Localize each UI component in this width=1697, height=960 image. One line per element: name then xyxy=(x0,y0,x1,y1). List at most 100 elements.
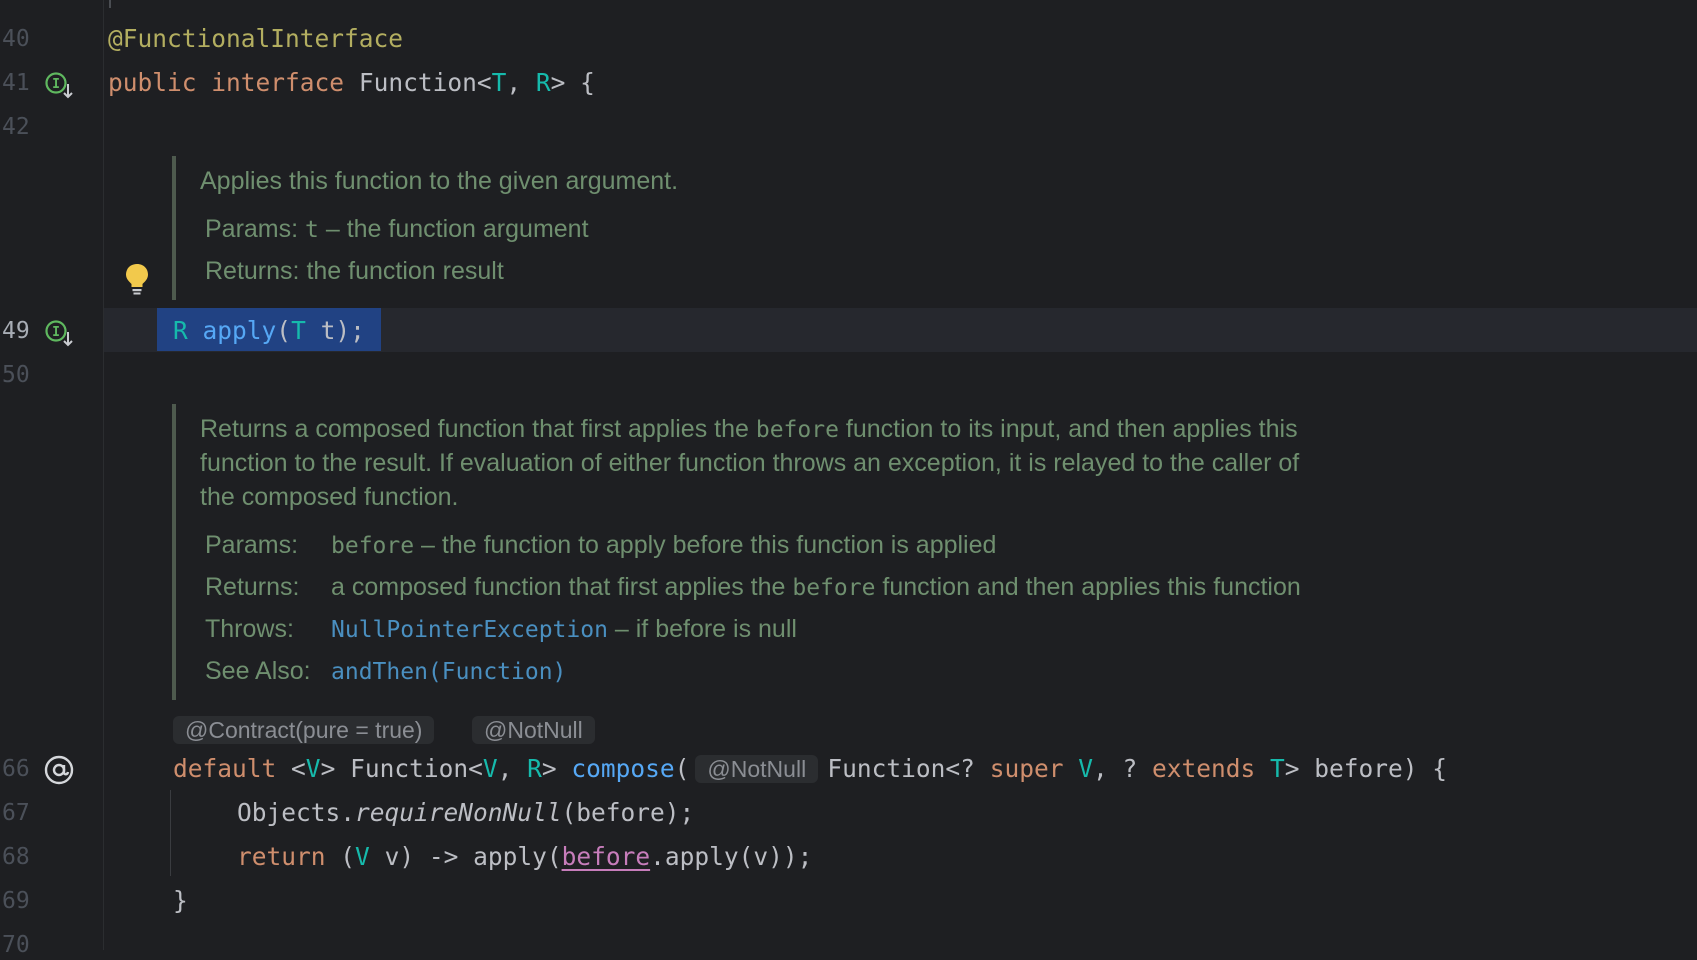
param-notnull-inlay-hint[interactable]: @NotNull xyxy=(695,755,819,783)
line-number-49[interactable]: 49 xyxy=(2,316,42,346)
captured-param-before: before xyxy=(561,842,651,871)
implemented-method-icon[interactable]: I xyxy=(44,318,76,350)
keyword-extends: extends xyxy=(1152,754,1256,783)
generic-close-brace: > { xyxy=(550,68,595,97)
scroll-tick xyxy=(109,0,111,8)
line-number-42[interactable]: 42 xyxy=(2,112,42,142)
type-param-t: T xyxy=(1270,754,1285,783)
interface-name: Function xyxy=(358,68,477,97)
code-line-66[interactable]: default <V> Function<V, R> compose(@NotN… xyxy=(173,754,1447,784)
keyword-public: public xyxy=(108,68,197,97)
doc2-returns-b: before xyxy=(792,575,876,601)
doc2-throws: NullPointerException – if before is null xyxy=(331,612,797,647)
gutter-separator xyxy=(103,0,104,950)
generic-comma: , xyxy=(506,68,536,97)
lightbulb-icon[interactable] xyxy=(124,262,150,296)
code-line-41[interactable]: public interface Function<T, R> { xyxy=(108,68,595,98)
keyword-super: super xyxy=(989,754,1064,783)
null-pointer-exception-link[interactable]: NullPointerException xyxy=(331,617,608,643)
doc-border-2 xyxy=(172,404,176,700)
and-then-link[interactable]: andThen(Function) xyxy=(331,659,566,685)
code-line-40[interactable]: @FunctionalInterface xyxy=(108,24,403,54)
type-param-v: V xyxy=(305,754,321,783)
svg-text:I: I xyxy=(52,325,60,340)
param-type-t: T xyxy=(291,316,306,345)
generic-open: < xyxy=(291,754,306,783)
type-param-v: V xyxy=(482,754,498,783)
method-apply: apply xyxy=(202,316,277,345)
doc2-see: andThen(Function) xyxy=(331,654,566,689)
return-type-r: R xyxy=(173,316,188,345)
lambda-body: v) -> apply( xyxy=(369,842,562,871)
type-param-t: T xyxy=(491,68,507,97)
doc1-returns-label: Returns: xyxy=(205,257,300,285)
functional-interface-annotation: @FunctionalInterface xyxy=(108,24,404,53)
type-param-v: V xyxy=(355,842,370,871)
paren-open: ( xyxy=(276,316,292,345)
doc2-summary-line2: function to the result. If evaluation of… xyxy=(200,449,1300,477)
doc2-returns-a: a composed function that first applies t… xyxy=(331,573,793,601)
contract-inlay-hint[interactable]: @Contract(pure = true) xyxy=(173,716,435,744)
line-number-50[interactable]: 50 xyxy=(2,360,42,390)
doc2-returns-c: function and then applies this function xyxy=(875,573,1301,601)
keyword-interface: interface xyxy=(211,68,345,97)
line-number-69[interactable]: 69 xyxy=(2,886,42,916)
indent-guide xyxy=(170,790,171,876)
param-type-part1: Function<? xyxy=(827,754,990,783)
doc2-returns-label: Returns: xyxy=(205,573,300,601)
generic-open: < xyxy=(476,68,492,97)
generic-comma: , xyxy=(497,754,528,783)
doc2-params-label: Params: xyxy=(205,531,299,559)
svg-text:I: I xyxy=(52,77,60,92)
line-number-40[interactable]: 40 xyxy=(2,24,42,54)
line-number-66[interactable]: 66 xyxy=(2,754,42,784)
line-number-41[interactable]: 41 xyxy=(2,68,42,98)
doc2-returns: a composed function that first applies t… xyxy=(331,570,1301,605)
code-line-49[interactable]: R apply(T t); xyxy=(173,316,365,346)
closing-brace: } xyxy=(173,886,188,915)
notnull-inlay-hint[interactable]: @NotNull xyxy=(472,716,595,744)
code-line-69[interactable]: } xyxy=(173,886,188,916)
doc2-throws-label: Throws: xyxy=(205,615,294,643)
doc2-summary-1b: before xyxy=(755,417,839,443)
doc2-params: before – the function to apply before th… xyxy=(331,528,996,563)
doc2-throws-desc: – if before is null xyxy=(607,615,797,643)
type-param-v: V xyxy=(1078,754,1093,783)
paren-open: ( xyxy=(674,754,690,783)
doc1-params-name: t xyxy=(305,217,319,243)
param-type-part2: , ? xyxy=(1092,754,1152,783)
keyword-default: default xyxy=(173,754,277,783)
code-line-67[interactable]: Objects.requireNonNull(before); xyxy=(237,798,694,828)
implemented-interface-icon[interactable]: I xyxy=(44,70,76,102)
doc2-see-label: See Also: xyxy=(205,657,311,685)
method-compose: compose xyxy=(571,754,675,783)
call-rest: .apply(v)); xyxy=(650,842,813,871)
line-number-67[interactable]: 67 xyxy=(2,798,42,828)
doc2-params-name: before xyxy=(331,533,415,559)
param-rest: > before) { xyxy=(1284,754,1448,783)
doc2-summary-1a: Returns a composed function that first a… xyxy=(200,415,756,443)
at-annotation-icon[interactable] xyxy=(43,754,75,786)
type-param-r: R xyxy=(527,754,542,783)
code-line-68[interactable]: return (V v) -> apply(before.apply(v)); xyxy=(237,842,812,872)
method-require-non-null: requireNonNull xyxy=(355,798,562,827)
doc1-params-desc: – the function argument xyxy=(318,215,589,243)
line-number-68[interactable]: 68 xyxy=(2,842,42,872)
line-number-70[interactable]: 70 xyxy=(2,930,42,960)
doc-border-1 xyxy=(172,156,176,300)
call-args: (before); xyxy=(561,798,695,827)
param-rest: t); xyxy=(305,316,365,345)
return-type: > Function< xyxy=(320,754,483,783)
objects-class: Objects. xyxy=(237,798,356,827)
doc1-params: Params: t – the function argument xyxy=(205,212,589,247)
doc1-returns-desc: the function result xyxy=(306,257,504,285)
doc2-params-desc: – the function to apply before this func… xyxy=(414,531,997,559)
keyword-return: return xyxy=(237,842,326,871)
doc1-summary: Applies this function to the given argum… xyxy=(200,167,679,195)
doc1-params-label: Params: xyxy=(205,215,299,243)
type-param-r: R xyxy=(535,68,551,97)
generic-close: > xyxy=(541,754,572,783)
doc2-summary-1c: function to its input, and then applies … xyxy=(838,415,1298,443)
paren-open: ( xyxy=(340,842,356,871)
doc1-returns: Returns: the function result xyxy=(205,254,504,288)
